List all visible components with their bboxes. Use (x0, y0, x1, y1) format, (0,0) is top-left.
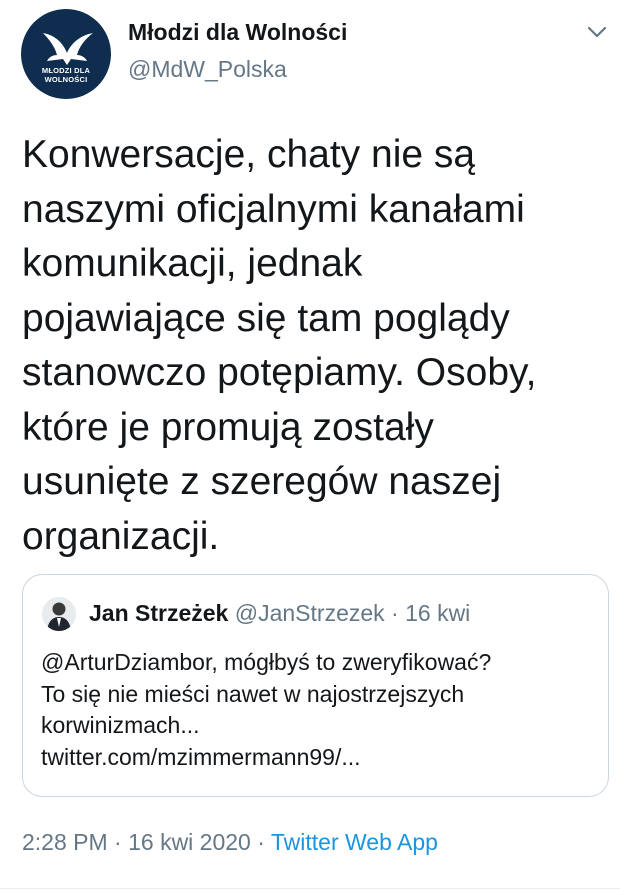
quoted-author-name: Jan Strzeżek (89, 600, 229, 626)
tweet-text: Konwersacje, chaty nie są naszymi oficja… (22, 133, 537, 558)
tweet-footer: 2:28 PM · 16 kwi 2020 · Twitter Web App (22, 829, 438, 856)
avatar-logo-text: MŁODZI DLA WOLNOŚCI (41, 66, 91, 84)
tweet-timestamp[interactable]: 2:28 PM · 16 kwi 2020 · (22, 829, 271, 855)
quoted-tweet-header: Jan Strzeżek @JanStrzezek · 16 kwi (89, 600, 470, 627)
tweet-source-link[interactable]: Twitter Web App (271, 829, 438, 855)
quoted-tweet[interactable]: Jan Strzeżek @JanStrzezek · 16 kwi @Artu… (22, 574, 609, 797)
quoted-tweet-text: @ArturDziambor, mógłbyś to zweryfikować?… (41, 647, 596, 773)
author-display-name[interactable]: Młodzi dla Wolności (128, 19, 347, 46)
author-handle[interactable]: @MdW_Polska (128, 56, 287, 83)
quoted-author-handle-date: @JanStrzezek · 16 kwi (234, 600, 471, 626)
divider (0, 888, 620, 889)
quoted-author-avatar (42, 597, 76, 631)
bird-icon (43, 33, 93, 65)
author-avatar[interactable]: MŁODZI DLA WOLNOŚCI (21, 9, 111, 99)
chevron-down-icon[interactable] (584, 22, 610, 42)
quoted-link[interactable]: twitter.com/mzimmermann99/... (41, 742, 596, 774)
quoted-text-line: @ArturDziambor, mógłbyś to zweryfikować? (41, 649, 492, 675)
person-icon (42, 597, 76, 631)
quoted-text-line: korwinizmach... (41, 712, 200, 738)
tweet-card: MŁODZI DLA WOLNOŚCI Młodzi dla Wolności … (0, 0, 620, 891)
quoted-text-line: To się nie mieści nawet w najostrzejszyc… (41, 680, 465, 707)
